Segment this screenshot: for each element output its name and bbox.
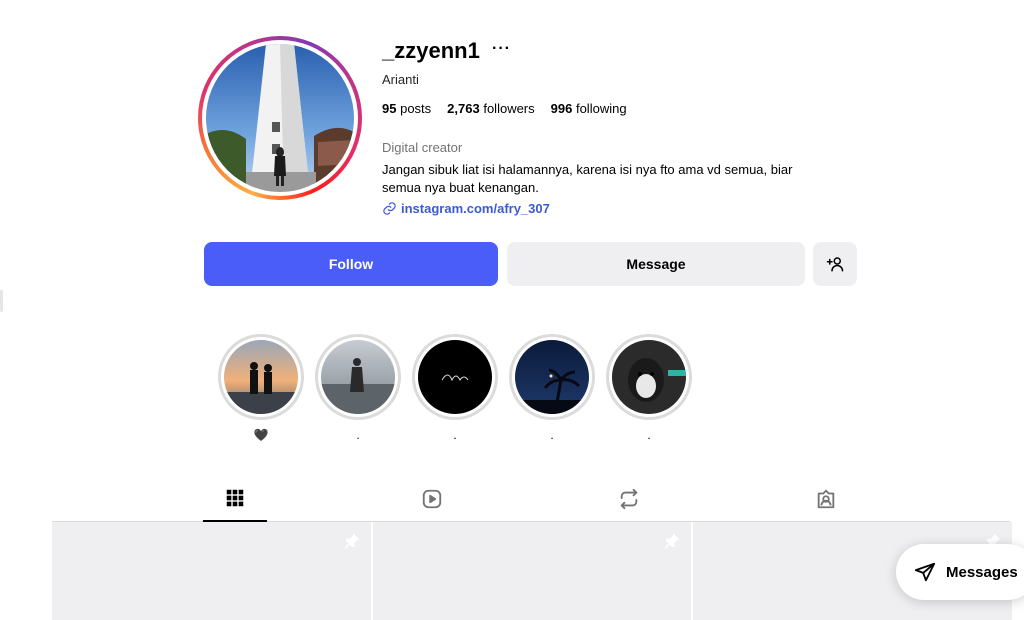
posts-grid bbox=[52, 522, 1013, 620]
highlight-cover bbox=[418, 340, 492, 414]
post-thumbnail[interactable] bbox=[52, 522, 371, 620]
highlight-ring bbox=[606, 334, 692, 420]
suggested-accounts-button[interactable] bbox=[813, 242, 857, 286]
highlight-ring bbox=[315, 334, 401, 420]
followers-number: 2,763 bbox=[447, 101, 480, 116]
repost-icon bbox=[620, 488, 638, 510]
avatar-border bbox=[202, 40, 358, 196]
tagged-icon bbox=[817, 489, 835, 509]
profile-full-name: Arianti bbox=[382, 72, 419, 87]
story-highlight-5[interactable]: . bbox=[606, 334, 692, 442]
following-number: 996 bbox=[550, 101, 573, 116]
messages-label: Messages bbox=[946, 563, 1018, 581]
highlight-label: . bbox=[550, 428, 554, 442]
highlight-label: . bbox=[356, 428, 360, 442]
messages-button[interactable]: Messages bbox=[896, 544, 1024, 600]
tab-tagged[interactable] bbox=[794, 476, 858, 522]
link-icon bbox=[383, 202, 396, 215]
highlight-cover bbox=[321, 340, 395, 414]
profile-bio: Jangan sibuk liat isi halamannya, karena… bbox=[382, 162, 793, 195]
message-button[interactable]: Message bbox=[507, 242, 805, 286]
pin-icon bbox=[344, 533, 360, 549]
highlight-ring bbox=[509, 334, 595, 420]
posts-count: 95 posts bbox=[382, 101, 431, 116]
story-highlight-4[interactable]: . bbox=[509, 334, 595, 442]
post-thumbnail[interactable] bbox=[372, 522, 692, 620]
add-person-icon bbox=[826, 257, 844, 272]
profile-external-link[interactable]: instagram.com/afry_307 bbox=[382, 201, 550, 216]
profile-tabs bbox=[52, 476, 1010, 522]
profile-avatar-story-ring[interactable] bbox=[198, 36, 362, 200]
reels-icon bbox=[422, 489, 442, 509]
left-edge-marker bbox=[0, 290, 3, 312]
tab-posts[interactable] bbox=[203, 476, 267, 522]
following-link[interactable]: 996 following bbox=[551, 101, 627, 116]
highlight-ring bbox=[412, 334, 498, 420]
posts-label: posts bbox=[400, 101, 432, 116]
highlight-cover bbox=[515, 340, 589, 414]
send-icon bbox=[914, 562, 936, 582]
avatar bbox=[206, 44, 354, 192]
more-options-icon[interactable]: ··· bbox=[492, 40, 511, 58]
profile-username: _zzyenn1 bbox=[382, 38, 480, 63]
tab-reposts[interactable] bbox=[597, 476, 661, 522]
pin-icon bbox=[665, 533, 680, 549]
highlight-cover bbox=[612, 340, 686, 414]
highlight-ring bbox=[218, 334, 304, 420]
highlight-label: . bbox=[647, 428, 651, 442]
following-label: following bbox=[575, 101, 627, 116]
followers-label: followers bbox=[483, 101, 535, 116]
story-highlight-1[interactable]: 🖤 bbox=[218, 334, 304, 442]
profile-stats: 95 posts 2,763 followers 996 following bbox=[382, 101, 627, 116]
highlight-label: 🖤 bbox=[253, 428, 269, 442]
story-highlight-2[interactable]: . bbox=[315, 334, 401, 442]
followers-link[interactable]: 2,763 followers bbox=[447, 101, 534, 116]
highlight-cover bbox=[224, 340, 298, 414]
follow-button[interactable]: Follow bbox=[204, 242, 498, 286]
profile-category: Digital creator bbox=[382, 140, 463, 155]
profile-link-text: instagram.com/afry_307 bbox=[401, 201, 550, 216]
grid-icon bbox=[226, 489, 244, 507]
posts-number: 95 bbox=[382, 101, 397, 116]
highlight-label: . bbox=[453, 428, 457, 442]
story-highlight-3[interactable]: . bbox=[412, 334, 498, 442]
tab-reels[interactable] bbox=[400, 476, 464, 522]
